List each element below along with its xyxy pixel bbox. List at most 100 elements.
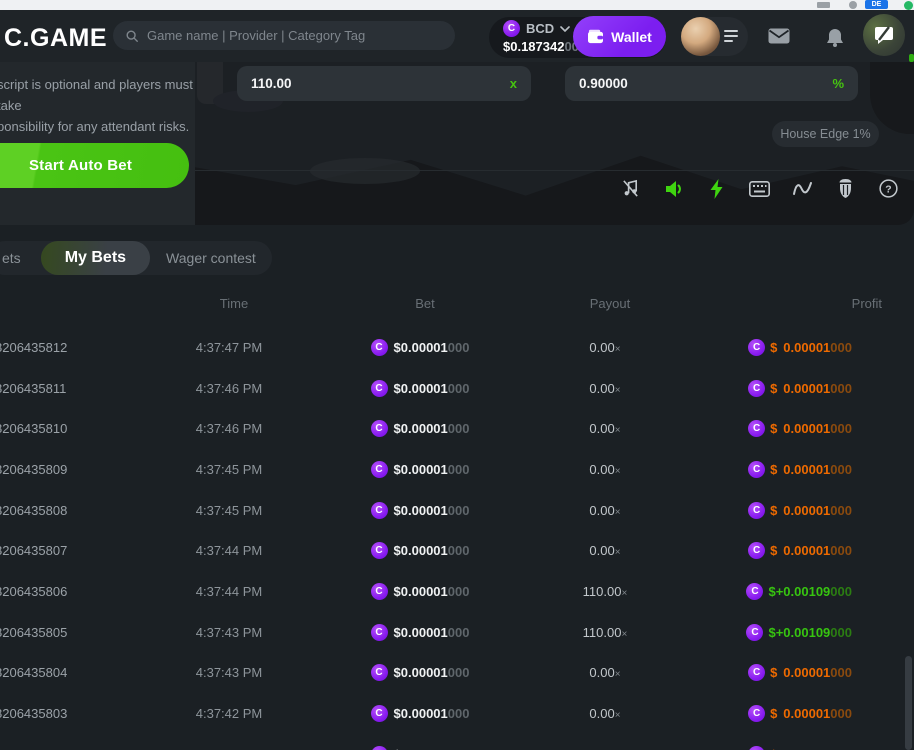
browser-extension-icon[interactable] xyxy=(817,2,830,8)
site-header: C.GAME Game name | Provider | Category T… xyxy=(0,10,914,62)
table-row[interactable]: 8206435809 4:37:45 PM C $0.00001000 0.00… xyxy=(0,449,914,490)
chat-disabled-icon[interactable] xyxy=(863,14,905,56)
bell-icon[interactable] xyxy=(826,28,844,53)
wallet-button[interactable]: Wallet xyxy=(573,16,666,57)
table-row[interactable]: 8206435804 4:37:43 PM C $0.00001000 0.00… xyxy=(0,653,914,694)
table-row[interactable]: 8206435805 4:37:43 PM C $0.00001000 110.… xyxy=(0,612,914,653)
site-logo[interactable]: C.GAME xyxy=(4,24,107,53)
hotkeys-keyboard-icon[interactable] xyxy=(749,178,770,199)
autobet-panel: script is optional and players must take… xyxy=(0,62,195,225)
profit-amount: $0.00001000 xyxy=(770,340,852,355)
win-chance-input[interactable]: 0.90000 % xyxy=(565,66,858,101)
bcd-coin-icon: C xyxy=(503,20,520,37)
seeds-icon[interactable] xyxy=(835,178,856,199)
mail-icon[interactable] xyxy=(768,28,790,49)
table-rows: 8206435812 4:37:47 PM C $0.00001000 0.00… xyxy=(0,327,914,750)
header-time: Time xyxy=(160,296,308,311)
browser-profile-icon[interactable] xyxy=(849,1,857,9)
avatar[interactable] xyxy=(681,17,720,56)
bcd-coin-icon: C xyxy=(371,420,388,437)
bet-amount: $0.00001000 xyxy=(394,381,470,396)
bcd-coin-icon: C xyxy=(371,339,388,356)
bet-time: 4:37:44 PM xyxy=(155,543,303,558)
table-row[interactable]: 8206435803 4:37:42 PM C $0.00001000 0.00… xyxy=(0,693,914,734)
bcd-coin-icon: C xyxy=(748,746,765,750)
currency-selector[interactable]: C BCD $0.18734200 xyxy=(503,20,579,54)
table-row[interactable]: 8206435807 4:37:44 PM C $0.00001000 0.00… xyxy=(0,530,914,571)
payout-multiplier: 0.00× xyxy=(537,503,673,518)
bet-id: 8206435803 xyxy=(0,706,155,721)
profit-amount: $0.00001000 xyxy=(770,706,852,721)
bet-time: 4:37:43 PM xyxy=(155,625,303,640)
table-row[interactable]: 8206435806 4:37:44 PM C $0.00001000 110.… xyxy=(0,571,914,612)
bcd-coin-icon: C xyxy=(746,583,763,600)
bet-id: 8206435807 xyxy=(0,543,155,558)
profile-menu[interactable] xyxy=(681,17,748,56)
tab-all-bets[interactable]: ets xyxy=(2,250,41,266)
house-edge-badge: House Edge 1% xyxy=(772,121,879,147)
bet-id: 8206435804 xyxy=(0,665,155,680)
bet-time: 4:37:44 PM xyxy=(155,584,303,599)
profit-amount: $0.00001000 xyxy=(770,462,852,477)
payout-multiplier: 0.00× xyxy=(537,421,673,436)
game-toolbar: ? xyxy=(620,178,899,199)
bet-amount: $0.00001000 xyxy=(394,503,470,518)
scrollbar-thumb[interactable] xyxy=(905,656,912,750)
currency-code: BCD xyxy=(526,21,554,36)
bet-amount: $0.00001000 xyxy=(394,665,470,680)
tab-wager-contest[interactable]: Wager contest xyxy=(150,250,272,266)
table-row[interactable]: 8206435812 4:37:47 PM C $0.00001000 0.00… xyxy=(0,327,914,368)
notification-dot xyxy=(909,54,914,62)
chevron-down-icon xyxy=(560,26,570,32)
payout-multiplier: 0.00× xyxy=(537,665,673,680)
multiplier-value: 110.00 xyxy=(251,76,510,91)
bet-time: 4:37:46 PM xyxy=(155,381,303,396)
payout-multiplier: 110.00× xyxy=(537,584,673,599)
toolbar-divider xyxy=(195,170,914,171)
profit-amount: $0.00001000 xyxy=(770,421,852,436)
bcd-coin-icon: C xyxy=(371,461,388,478)
bet-time: 4:37:43 PM xyxy=(155,665,303,680)
search-input[interactable]: Game name | Provider | Category Tag xyxy=(113,21,455,50)
bcd-coin-icon: C xyxy=(371,624,388,641)
bet-time: 4:37:46 PM xyxy=(155,421,303,436)
tab-my-bets[interactable]: My Bets xyxy=(41,241,150,275)
bcd-coin-icon: C xyxy=(371,583,388,600)
help-icon[interactable]: ? xyxy=(878,178,899,199)
game-art xyxy=(870,62,914,134)
trends-wave-icon[interactable] xyxy=(792,178,813,199)
profit-amount: $+0.00109000 xyxy=(768,625,852,640)
bets-tabs: ets My Bets Wager contest xyxy=(0,241,272,275)
win-chance-value: 0.90000 xyxy=(579,76,832,91)
table-row-partial[interactable]: C $0.00001000 0.00× C $0.00001000 xyxy=(0,734,914,750)
table-row[interactable]: 8206435810 4:37:46 PM C $0.00001000 0.00… xyxy=(0,408,914,449)
percent-icon: % xyxy=(832,76,844,91)
bet-time: 4:37:45 PM xyxy=(155,503,303,518)
payout-multiplier-input[interactable]: 110.00 x xyxy=(237,66,531,101)
table-row[interactable]: 8206435811 4:37:46 PM C $0.00001000 0.00… xyxy=(0,368,914,409)
table-row[interactable]: 8206435808 4:37:45 PM C $0.00001000 0.00… xyxy=(0,490,914,531)
bet-amount: $0.00001000 xyxy=(394,706,470,721)
bet-id: 8206435808 xyxy=(0,503,155,518)
payout-multiplier: 0.00× xyxy=(537,462,673,477)
payout-multiplier: 110.00× xyxy=(537,625,673,640)
header-id xyxy=(0,296,160,311)
start-auto-bet-button[interactable]: Start Auto Bet xyxy=(0,143,189,188)
profit-amount: $0.00001000 xyxy=(770,503,852,518)
svg-text:?: ? xyxy=(885,184,891,195)
game-art xyxy=(310,158,420,184)
bet-amount: $0.00001000 xyxy=(394,340,470,355)
turbo-bolt-icon[interactable] xyxy=(706,178,727,199)
header-bet: Bet xyxy=(308,296,542,311)
bcd-coin-icon: C xyxy=(371,380,388,397)
language-badge[interactable]: DE xyxy=(865,0,888,9)
sound-on-icon[interactable] xyxy=(663,178,684,199)
wallet-icon xyxy=(587,29,604,44)
bet-amount: $0.00001000 xyxy=(394,421,470,436)
profit-amount: $+0.00109000 xyxy=(768,584,852,599)
bet-id: 8206435812 xyxy=(0,340,155,355)
menu-icon xyxy=(724,30,738,45)
bet-id: 8206435810 xyxy=(0,421,155,436)
payout-multiplier: 0.00× xyxy=(537,706,673,721)
music-off-icon[interactable] xyxy=(620,178,641,199)
